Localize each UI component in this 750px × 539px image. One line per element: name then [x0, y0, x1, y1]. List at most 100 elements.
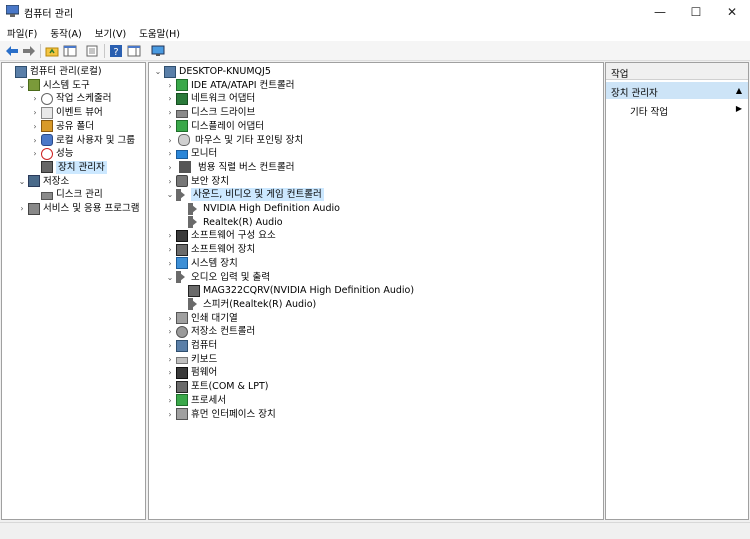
- collapse-arrow-icon[interactable]: ›: [30, 120, 40, 133]
- shared-folder-icon: [41, 120, 53, 133]
- expand-arrow-icon[interactable]: ⌄: [165, 271, 175, 284]
- tree-item[interactable]: › 휴먼 인터페이스 장치: [165, 408, 276, 421]
- tree-item[interactable]: › 보안 장치: [165, 175, 229, 188]
- tree-item[interactable]: 디스크 관리: [30, 188, 103, 201]
- maximize-button[interactable]: ☐: [678, 0, 714, 23]
- collapse-arrow-icon[interactable]: ›: [165, 394, 175, 407]
- tree-item[interactable]: NVIDIA High Definition Audio: [177, 202, 340, 215]
- collapse-arrow-icon[interactable]: ›: [165, 229, 175, 242]
- menu-action[interactable]: 동작(A): [43, 23, 87, 41]
- collapse-arrow-icon[interactable]: ›: [165, 380, 175, 393]
- services-icon: [28, 202, 40, 215]
- tree-item[interactable]: › IDE ATA/ATAPI 컨트롤러: [165, 79, 295, 92]
- tree-item[interactable]: › 시스템 장치: [165, 257, 238, 270]
- tree-item[interactable]: › 키보드: [165, 353, 217, 366]
- tree-item[interactable]: › 디스플레이 어댑터: [165, 120, 264, 133]
- tree-item-label: IDE ATA/ATAPI 컨트롤러: [191, 79, 295, 91]
- tree-item-label: 서비스 및 응용 프로그램: [43, 203, 140, 214]
- collapse-arrow-icon[interactable]: ›: [165, 134, 175, 147]
- collapse-arrow-icon[interactable]: ›: [165, 175, 175, 188]
- expand-arrow-icon[interactable]: ⌄: [17, 175, 27, 188]
- submenu-arrow-icon: ▶: [735, 104, 742, 113]
- collapse-arrow-icon[interactable]: ›: [165, 325, 175, 338]
- tree-item[interactable]: › 공유 폴더: [30, 120, 94, 133]
- tree-item[interactable]: › 모니터: [165, 147, 217, 160]
- software-component-icon: [176, 229, 188, 242]
- forward-icon[interactable]: [21, 43, 37, 59]
- tree-item[interactable]: › 로컬 사용자 및 그룹: [30, 134, 135, 147]
- tree-item[interactable]: MAG322CQRV(NVIDIA High Definition Audio): [177, 284, 414, 297]
- collapse-arrow-icon[interactable]: ›: [17, 202, 27, 215]
- network-adapter-icon: [176, 92, 188, 105]
- tree-item[interactable]: 장치 관리자: [30, 160, 107, 174]
- expand-arrow-icon[interactable]: ⌄: [165, 188, 175, 201]
- properties-icon[interactable]: [84, 43, 100, 59]
- tree-item[interactable]: › 소프트웨어 구성 요소: [165, 229, 276, 242]
- expand-arrow-icon[interactable]: ⌄: [17, 79, 27, 92]
- audio-io-icon: [176, 271, 188, 283]
- tree-item[interactable]: › 프로세서: [165, 394, 226, 407]
- tree-item[interactable]: › 디스크 드라이브: [165, 106, 255, 119]
- tree-item-label: 저장소 컨트롤러: [191, 326, 256, 338]
- tree-item[interactable]: › 네트워크 어댑터: [165, 92, 255, 105]
- up-folder-icon[interactable]: [44, 43, 60, 59]
- back-icon[interactable]: [4, 43, 20, 59]
- minimize-button[interactable]: —: [642, 0, 678, 23]
- tree-item[interactable]: › 성능: [30, 147, 73, 160]
- tree-item[interactable]: › 범용 직렬 버스 컨트롤러: [165, 161, 294, 174]
- show-hide-tree-icon[interactable]: [62, 43, 78, 59]
- tree-item[interactable]: › 포트(COM & LPT): [165, 380, 268, 393]
- tree-item[interactable]: › 마우스 및 기타 포인팅 장치: [165, 134, 303, 147]
- collapse-up-icon[interactable]: ▲: [736, 86, 742, 95]
- tree-item[interactable]: Realtek(R) Audio: [177, 216, 283, 229]
- tree-item[interactable]: › 펌웨어: [165, 366, 217, 379]
- collapse-arrow-icon[interactable]: ›: [165, 161, 175, 174]
- console-tree[interactable]: 컴퓨터 관리(로컬) ⌄ 시스템 도구 › 작업 스케줄러 › 이벤트 뷰어 › 공유 폴더 › 로…: [1, 62, 146, 520]
- tree-item[interactable]: › 컴퓨터: [165, 339, 217, 352]
- tree-item[interactable]: 컴퓨터 관리(로컬): [4, 65, 102, 78]
- storage-controller-icon: [176, 325, 188, 338]
- tree-item[interactable]: › 인쇄 대기열: [165, 312, 238, 325]
- collapse-arrow-icon[interactable]: ›: [165, 408, 175, 421]
- collapse-arrow-icon[interactable]: ›: [165, 92, 175, 105]
- help-icon[interactable]: ?: [108, 43, 124, 59]
- tree-item[interactable]: 스피커(Realtek(R) Audio): [177, 298, 316, 311]
- menu-help[interactable]: 도움말(H): [132, 23, 186, 41]
- collapse-arrow-icon[interactable]: ›: [165, 339, 175, 352]
- tree-item[interactable]: ⌄ DESKTOP-KNUMQJ5: [153, 65, 271, 78]
- collapse-arrow-icon[interactable]: ›: [30, 134, 40, 147]
- collapse-arrow-icon[interactable]: ›: [30, 106, 40, 119]
- collapse-arrow-icon[interactable]: ›: [165, 79, 175, 92]
- collapse-arrow-icon[interactable]: ›: [165, 257, 175, 270]
- print-queue-icon: [176, 312, 188, 325]
- tree-item[interactable]: › 서비스 및 응용 프로그램: [17, 202, 139, 215]
- collapse-arrow-icon[interactable]: ›: [165, 243, 175, 256]
- tree-item[interactable]: › 소프트웨어 장치: [165, 243, 255, 256]
- actions-section-device-manager[interactable]: 장치 관리자 ▲: [606, 82, 748, 99]
- menu-file[interactable]: 파일(F): [0, 23, 43, 41]
- collapse-arrow-icon[interactable]: ›: [165, 120, 175, 133]
- collapse-arrow-icon[interactable]: ›: [165, 147, 175, 160]
- collapse-arrow-icon[interactable]: ›: [165, 312, 175, 325]
- tree-item[interactable]: › 작업 스케줄러: [30, 92, 111, 105]
- menu-view[interactable]: 보기(V): [88, 23, 132, 41]
- collapse-arrow-icon[interactable]: ›: [165, 366, 175, 379]
- collapse-arrow-icon[interactable]: ›: [30, 147, 40, 160]
- show-action-pane-icon[interactable]: [126, 43, 142, 59]
- action-more-actions[interactable]: 기타 작업 ▶: [606, 101, 748, 118]
- collapse-arrow-icon[interactable]: ›: [165, 106, 175, 119]
- tree-item[interactable]: › 저장소 컨트롤러: [165, 325, 255, 338]
- device-tree[interactable]: ⌄ DESKTOP-KNUMQJ5 › IDE ATA/ATAPI 컨트롤러 › 네트워크…: [148, 62, 604, 520]
- expand-arrow-icon[interactable]: ⌄: [153, 65, 163, 78]
- scan-hardware-icon[interactable]: [150, 43, 166, 59]
- tree-item[interactable]: ⌄ 오디오 입력 및 출력: [165, 271, 270, 284]
- tree-item[interactable]: ⌄ 저장소: [17, 175, 69, 188]
- collapse-arrow-icon[interactable]: ›: [165, 353, 175, 366]
- tree-item-label: 작업 스케줄러: [56, 93, 112, 105]
- collapse-arrow-icon[interactable]: ›: [30, 92, 40, 105]
- tree-item[interactable]: ⌄ 시스템 도구: [17, 79, 90, 92]
- tree-item[interactable]: › 이벤트 뷰어: [30, 106, 103, 119]
- tree-item[interactable]: ⌄ 사운드, 비디오 및 게임 컨트롤러: [165, 188, 324, 202]
- tree-item-label: 이벤트 뷰어: [56, 107, 103, 119]
- close-button[interactable]: ✕: [714, 0, 750, 23]
